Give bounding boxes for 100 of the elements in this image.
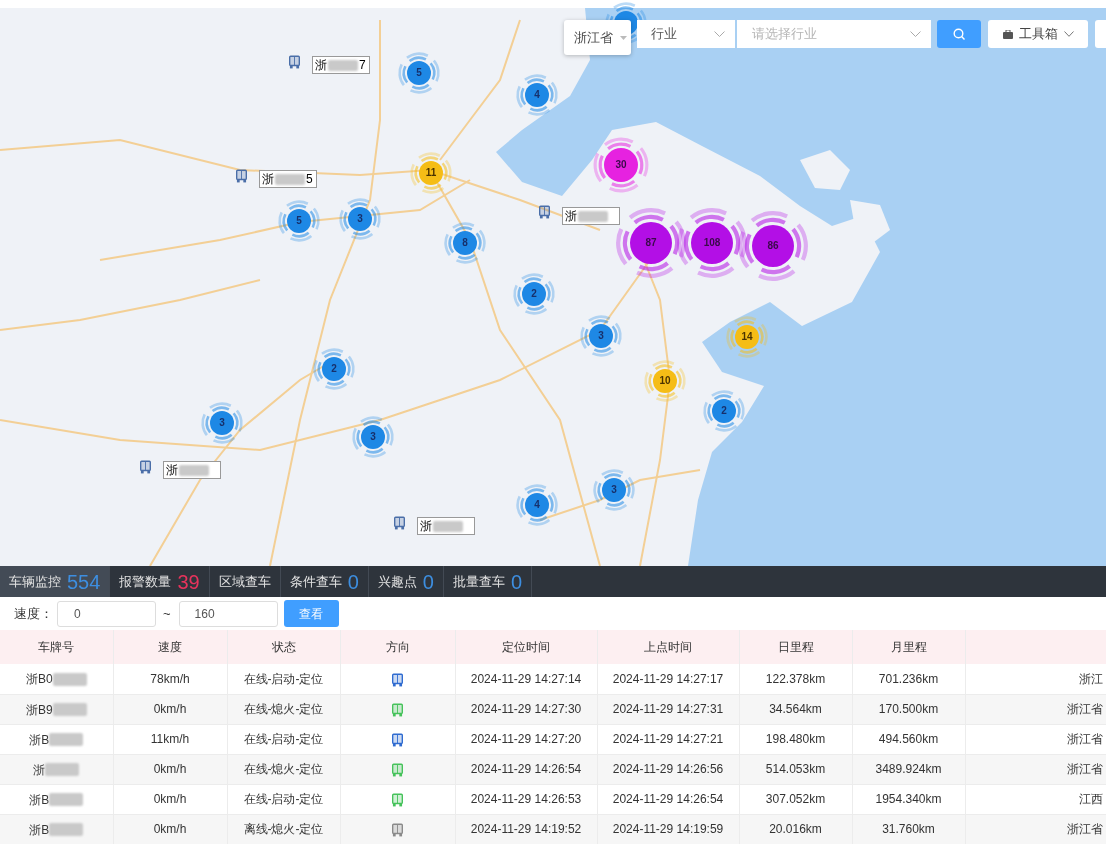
table-cell: 浙江省 bbox=[1067, 762, 1103, 776]
plate-text: 浙 bbox=[565, 210, 577, 222]
table-cell: 514.053km bbox=[765, 762, 826, 776]
table-cell: 浙江省 bbox=[1067, 822, 1103, 836]
redaction-blur bbox=[433, 520, 463, 532]
table-cell: 494.560km bbox=[878, 732, 939, 746]
table-cell: 0km/h bbox=[153, 792, 187, 806]
column-header: 上点时间 bbox=[644, 640, 692, 654]
table-cell: 2024-11-29 14:27:14 bbox=[470, 671, 582, 686]
table-cell: 2024-11-29 14:27:17 bbox=[612, 671, 724, 686]
truck-icon bbox=[539, 205, 550, 219]
table-cell: 在线-熄火-定位 bbox=[243, 702, 324, 716]
redaction-blur bbox=[328, 59, 358, 71]
speed-label: 速度： bbox=[14, 604, 53, 623]
plate-label[interactable]: 浙 bbox=[417, 517, 475, 535]
cluster-marker[interactable]: 4 bbox=[515, 73, 559, 117]
redaction-blur bbox=[45, 762, 80, 776]
plate-text: 浙 bbox=[420, 520, 432, 532]
table-cell: 2024-11-29 14:27:21 bbox=[612, 732, 724, 746]
table-cell: 江西 bbox=[1079, 792, 1103, 806]
range-separator: ~ bbox=[163, 604, 171, 623]
truck-icon bbox=[394, 516, 405, 530]
search-button[interactable] bbox=[937, 20, 981, 48]
redaction-blur bbox=[179, 464, 209, 476]
briefcase-icon bbox=[1002, 29, 1013, 39]
table-cell: 34.564km bbox=[769, 702, 822, 716]
min-speed-field[interactable]: 0 bbox=[57, 600, 156, 627]
truck-icon bbox=[236, 169, 247, 183]
province-select[interactable]: 浙江省 bbox=[564, 20, 631, 55]
table-cell: 2024-11-29 14:26:56 bbox=[612, 762, 724, 776]
table-cell: 198.480km bbox=[765, 732, 826, 746]
table-cell: 78km/h bbox=[150, 671, 190, 686]
chevron-down-icon bbox=[714, 31, 725, 37]
table-cell: 0km/h bbox=[153, 822, 187, 836]
industry-select[interactable]: 行业 bbox=[637, 20, 735, 48]
table-cell: 11km/h bbox=[150, 732, 190, 746]
table-cell: 在线-启动-定位 bbox=[243, 732, 324, 746]
redaction-blur bbox=[49, 792, 84, 806]
table-cell: 2024-11-29 14:26:53 bbox=[470, 792, 582, 806]
plate-number: 浙B bbox=[29, 732, 50, 747]
table-cell: 浙江 bbox=[1079, 671, 1103, 686]
tab[interactable]: 车辆监控 554 bbox=[0, 566, 111, 597]
plate-number: 浙B0 bbox=[25, 672, 53, 687]
table-cell: 0km/h bbox=[153, 702, 187, 716]
tab-count: 0 bbox=[510, 571, 522, 592]
column-header: 车牌号 bbox=[38, 640, 75, 654]
truck-icon bbox=[289, 55, 300, 69]
plate-number: 浙 bbox=[33, 762, 46, 777]
table-cell: 2024-11-29 14:26:54 bbox=[470, 762, 582, 776]
table-cell: 170.500km bbox=[878, 702, 939, 716]
plate-number: 浙B9 bbox=[25, 702, 53, 717]
search-icon bbox=[953, 28, 965, 40]
redaction-blur bbox=[49, 732, 84, 746]
table-cell: 2024-11-29 14:27:30 bbox=[470, 702, 582, 716]
plate-label[interactable]: 浙 bbox=[163, 461, 221, 479]
column-header: 定位时间 bbox=[502, 640, 550, 654]
table-cell: 浙江省 bbox=[1067, 702, 1103, 716]
column-header: 速度 bbox=[158, 640, 182, 654]
plate-text: 浙 bbox=[315, 59, 327, 71]
table-cell: 浙江省 bbox=[1067, 732, 1103, 746]
table-cell: 2024-11-29 14:27:31 bbox=[612, 702, 724, 716]
plate-text: 5 bbox=[306, 173, 313, 185]
plate-label[interactable]: 浙 7 bbox=[312, 56, 370, 74]
column-header: 方向 bbox=[385, 640, 410, 654]
plate-label[interactable]: 浙 5 bbox=[259, 170, 317, 188]
truck-icon bbox=[140, 460, 151, 474]
table-cell: 20.016km bbox=[769, 822, 822, 836]
table-cell: 701.236km bbox=[878, 671, 939, 686]
table-cell: 离线-熄火-定位 bbox=[243, 822, 324, 836]
column-header: 状态 bbox=[271, 640, 296, 654]
redaction-blur bbox=[52, 702, 87, 716]
chevron-down-icon bbox=[910, 31, 921, 37]
plate-text: 7 bbox=[359, 59, 366, 71]
redaction-blur bbox=[275, 173, 305, 185]
max-speed-field[interactable]: 160 bbox=[178, 600, 278, 627]
cluster-marker[interactable]: 11 bbox=[409, 151, 453, 195]
table-cell: 122.378km bbox=[765, 671, 826, 686]
redaction-blur bbox=[578, 210, 608, 222]
table-cell: 2024-11-29 14:19:59 bbox=[612, 822, 724, 836]
plate-text: 浙 bbox=[166, 464, 178, 476]
table-cell: 在线-熄火-定位 bbox=[243, 762, 324, 776]
table-cell: 在线-启动-定位 bbox=[243, 792, 324, 806]
redaction-blur bbox=[52, 672, 87, 686]
table-cell: 0km/h bbox=[153, 762, 187, 776]
table-cell: 2024-11-29 14:27:20 bbox=[470, 732, 582, 746]
toolbox-button[interactable]: 工具箱 bbox=[988, 20, 1088, 48]
table-cell: 307.052km bbox=[765, 792, 826, 806]
table-cell: 31.760km bbox=[882, 822, 935, 836]
plate-label[interactable]: 浙 bbox=[562, 207, 620, 225]
tab-count: 554 bbox=[67, 571, 101, 592]
cluster-marker[interactable]: 4 bbox=[515, 483, 559, 527]
cluster-marker[interactable]: 10 bbox=[643, 359, 687, 403]
cluster-marker[interactable]: 30 bbox=[592, 136, 650, 194]
table-cell: 2024-11-29 14:19:52 bbox=[470, 822, 582, 836]
table-cell: 1954.340km bbox=[875, 792, 942, 806]
plate-number: 浙B bbox=[29, 822, 50, 837]
table-cell: 3489.924km bbox=[875, 762, 942, 776]
cluster-marker[interactable]: 14 bbox=[725, 315, 769, 359]
tab-count: 39 bbox=[177, 571, 200, 592]
plate-text: 浙 bbox=[262, 173, 274, 185]
